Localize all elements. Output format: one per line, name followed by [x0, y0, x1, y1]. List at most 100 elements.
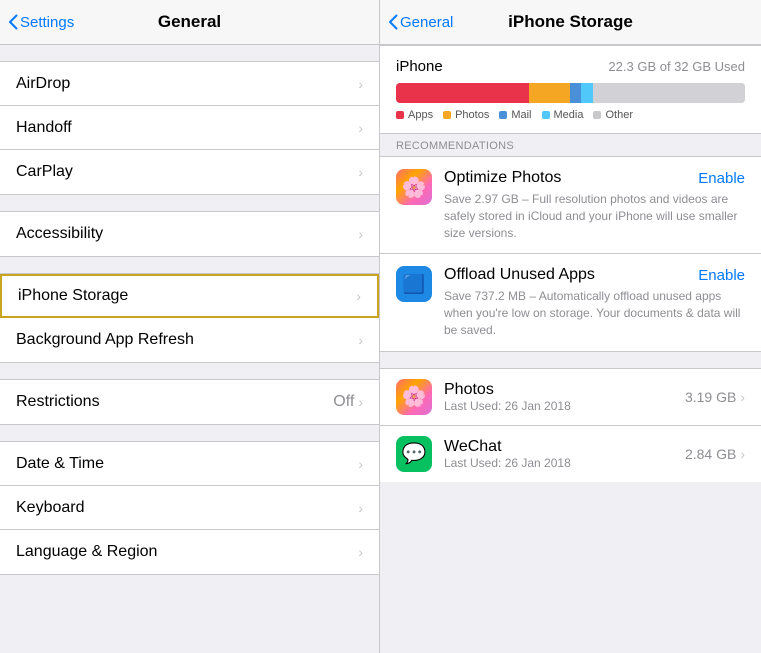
left-back-button[interactable]: Settings — [8, 14, 74, 31]
rec-optimize-photos: 🌸 Optimize Photos Enable Save 2.97 GB – … — [380, 157, 761, 254]
storage-bar — [396, 83, 745, 103]
legend-dot-other — [593, 111, 601, 119]
wechat-app-name: WeChat — [444, 438, 673, 456]
chevron-icon: › — [358, 456, 363, 472]
rec-title-row: Optimize Photos Enable — [444, 169, 745, 187]
row-right: › — [358, 500, 363, 516]
rec-enable-optimize-photos[interactable]: Enable — [698, 170, 745, 187]
row-label: Restrictions — [16, 393, 100, 411]
photos-app-icon: 🌸 — [396, 379, 432, 415]
legend-mail: Mail — [499, 109, 531, 121]
row-right: › — [356, 288, 361, 304]
chevron-icon: › — [356, 288, 361, 304]
rec-enable-offload[interactable]: Enable — [698, 267, 745, 284]
legend-row: Apps Photos Mail Media Other — [396, 109, 745, 121]
bar-apps — [396, 83, 529, 103]
sidebar-item-language-region[interactable]: Language & Region › — [0, 530, 379, 574]
settings-group-5: Date & Time › Keyboard › Language & Regi… — [0, 441, 379, 575]
sidebar-item-background-app-refresh[interactable]: Background App Refresh › — [0, 318, 379, 362]
left-panel: Settings General AirDrop › Handoff › Car… — [0, 0, 380, 653]
chevron-icon: › — [358, 76, 363, 92]
legend-dot-media — [542, 111, 550, 119]
row-right: › — [358, 164, 363, 180]
offload-apps-icon: 🟦 — [396, 266, 432, 302]
right-nav-header: General iPhone Storage — [380, 0, 761, 45]
legend-label-other: Other — [605, 109, 633, 121]
left-back-label: Settings — [20, 14, 74, 31]
storage-section: iPhone 22.3 GB of 32 GB Used Apps Photos… — [380, 45, 761, 134]
row-right: › — [358, 544, 363, 560]
rec-title-row-offload: Offload Unused Apps Enable — [444, 266, 745, 284]
legend-dot-photos — [443, 111, 451, 119]
app-list: 🌸 Photos Last Used: 26 Jan 2018 3.19 GB … — [380, 368, 761, 482]
spacer — [0, 363, 379, 379]
right-title: iPhone Storage — [508, 12, 633, 32]
settings-group-3: iPhone Storage › Background App Refresh … — [0, 273, 379, 363]
wechat-last-used: Last Used: 26 Jan 2018 — [444, 456, 673, 470]
rec-title-offload: Offload Unused Apps — [444, 266, 595, 284]
legend-dot-mail — [499, 111, 507, 119]
wechat-size: 2.84 GB — [685, 446, 736, 462]
chevron-icon: › — [740, 446, 745, 462]
app-row-photos[interactable]: 🌸 Photos Last Used: 26 Jan 2018 3.19 GB … — [380, 369, 761, 426]
rec-desc-offload: Save 737.2 MB – Automatically offload un… — [444, 288, 745, 338]
rec-content-photos: Optimize Photos Enable Save 2.97 GB – Fu… — [444, 169, 745, 241]
spacer — [0, 425, 379, 441]
sidebar-item-keyboard[interactable]: Keyboard › — [0, 486, 379, 530]
sidebar-item-iphone-storage[interactable]: iPhone Storage › — [0, 274, 379, 318]
sidebar-item-handoff[interactable]: Handoff › — [0, 106, 379, 150]
sidebar-item-accessibility[interactable]: Accessibility › — [0, 212, 379, 256]
sidebar-item-carplay[interactable]: CarPlay › — [0, 150, 379, 194]
left-nav-header: Settings General — [0, 0, 379, 45]
bar-media2 — [586, 83, 593, 103]
sidebar-item-date-time[interactable]: Date & Time › — [0, 442, 379, 486]
row-right: › — [358, 226, 363, 242]
chevron-icon: › — [358, 394, 363, 410]
photos-last-used: Last Used: 26 Jan 2018 — [444, 399, 673, 413]
settings-group-2: Accessibility › — [0, 211, 379, 257]
wechat-app-icon: 💬 — [396, 436, 432, 472]
right-back-label: General — [400, 14, 453, 31]
row-label: iPhone Storage — [18, 287, 128, 305]
legend-label-photos: Photos — [455, 109, 489, 121]
row-label: Language & Region — [16, 543, 157, 561]
storage-device-name: iPhone — [396, 58, 443, 75]
legend-label-media: Media — [554, 109, 584, 121]
row-label: Handoff — [16, 119, 72, 137]
wechat-size-row: 2.84 GB › — [685, 446, 745, 462]
left-title: General — [158, 12, 221, 32]
row-right: › — [358, 456, 363, 472]
row-label: Date & Time — [16, 455, 104, 473]
legend-media: Media — [542, 109, 584, 121]
photos-app-info: Photos Last Used: 26 Jan 2018 — [444, 381, 673, 413]
row-label: CarPlay — [16, 163, 73, 181]
right-back-button[interactable]: General — [388, 14, 453, 31]
row-label: AirDrop — [16, 75, 70, 93]
optimize-photos-icon: 🌸 — [396, 169, 432, 205]
recommendations-label: Recommendations — [380, 134, 761, 156]
row-right: Off › — [333, 393, 363, 411]
sidebar-item-restrictions[interactable]: Restrictions Off › — [0, 380, 379, 424]
right-panel: General iPhone Storage iPhone 22.3 GB of… — [380, 0, 761, 653]
row-right: › — [358, 332, 363, 348]
rec-desc-optimize-photos: Save 2.97 GB – Full resolution photos an… — [444, 191, 745, 241]
bar-photos — [529, 83, 571, 103]
bar-other — [593, 83, 745, 103]
spacer — [0, 257, 379, 273]
storage-header: iPhone 22.3 GB of 32 GB Used — [396, 58, 745, 75]
app-row-wechat[interactable]: 💬 WeChat Last Used: 26 Jan 2018 2.84 GB … — [380, 426, 761, 482]
chevron-icon: › — [358, 120, 363, 136]
legend-apps: Apps — [396, 109, 433, 121]
row-label: Accessibility — [16, 225, 103, 243]
wechat-app-info: WeChat Last Used: 26 Jan 2018 — [444, 438, 673, 470]
row-right: › — [358, 120, 363, 136]
settings-group-1: AirDrop › Handoff › CarPlay › — [0, 61, 379, 195]
chevron-icon: › — [358, 164, 363, 180]
rec-offload-apps: 🟦 Offload Unused Apps Enable Save 737.2 … — [380, 254, 761, 350]
sidebar-item-airdrop[interactable]: AirDrop › — [0, 62, 379, 106]
legend-label-apps: Apps — [408, 109, 433, 121]
photos-size: 3.19 GB — [685, 389, 736, 405]
chevron-icon: › — [740, 389, 745, 405]
row-right: › — [358, 76, 363, 92]
row-label: Keyboard — [16, 499, 85, 517]
